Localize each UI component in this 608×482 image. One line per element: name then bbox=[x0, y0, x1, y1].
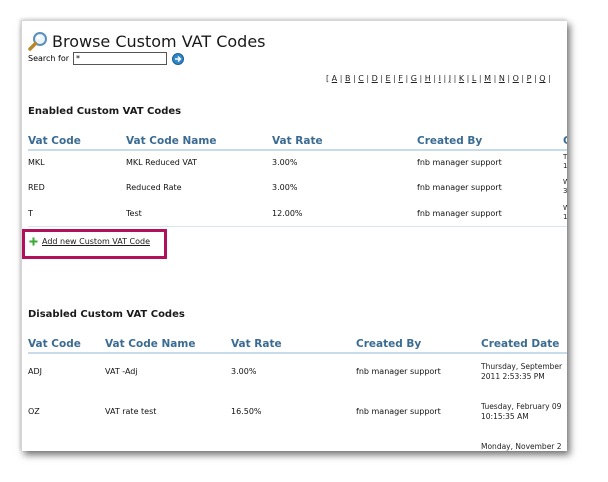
title-row: Browse Custom VAT Codes bbox=[28, 29, 266, 53]
enabled-row-2-clip-b: 3 bbox=[563, 187, 567, 195]
disabled-row-1-name: VAT -Adj bbox=[105, 367, 138, 376]
magnifier-icon bbox=[28, 32, 47, 51]
enabled-row-3-clip-b: 1 bbox=[563, 213, 567, 221]
disabled-col-vat-code-name[interactable]: Vat Code Name bbox=[105, 338, 195, 350]
enabled-section-title: Enabled Custom VAT Codes bbox=[28, 106, 182, 117]
disabled-col-created-date[interactable]: Created Date bbox=[481, 338, 559, 350]
enabled-row-1-rate: 3.00% bbox=[272, 158, 298, 167]
alphabet-bracket: [ bbox=[326, 74, 330, 83]
enabled-col-vat-rate[interactable]: Vat Rate bbox=[272, 135, 323, 147]
search-label: Search for bbox=[28, 54, 70, 63]
enabled-row-2-rate: 3.00% bbox=[272, 183, 298, 192]
enabled-col-vat-code[interactable]: Vat Code bbox=[28, 135, 81, 147]
enabled-row-3-clip-a: W bbox=[563, 204, 567, 212]
enabled-row-3-created-by: fnb manager support bbox=[417, 209, 502, 218]
enabled-row-2-clipped: W3 bbox=[563, 178, 567, 196]
enabled-col-vat-code-name[interactable]: Vat Code Name bbox=[126, 135, 216, 147]
page-title: Browse Custom VAT Codes bbox=[52, 31, 266, 51]
disabled-col-vat-rate[interactable]: Vat Rate bbox=[231, 338, 282, 350]
enabled-row-3-name: Test bbox=[126, 209, 142, 218]
disabled-col-vat-code[interactable]: Vat Code bbox=[28, 338, 81, 350]
arrow-right-icon bbox=[175, 55, 182, 62]
enabled-row-1-clipped: T1 bbox=[563, 153, 567, 171]
enabled-row-1-created-by: fnb manager support bbox=[417, 158, 502, 167]
enabled-table-bottom-border bbox=[28, 226, 567, 227]
enabled-row-2-created-by: fnb manager support bbox=[417, 183, 502, 192]
disabled-section-title: Disabled Custom VAT Codes bbox=[28, 309, 185, 320]
disabled-row-2-date: Tuesday, February 09 10:15:35 AM bbox=[481, 402, 561, 422]
disabled-row-1-date: Thursday, September 2011 2:53:35 PM bbox=[481, 362, 562, 382]
enabled-col-created-by[interactable]: Created By bbox=[417, 135, 482, 147]
disabled-row-1-created-by: fnb manager support bbox=[356, 367, 441, 376]
enabled-row-3-rate: 12.00% bbox=[272, 209, 303, 218]
disabled-row-2-created-by: fnb manager support bbox=[356, 407, 441, 416]
enabled-row-2-name: Reduced Rate bbox=[126, 183, 182, 192]
enabled-row-1-code: MKL bbox=[28, 158, 45, 167]
disabled-row-3-partial-date: Monday, November 2 bbox=[481, 442, 562, 451]
alphabet-index: [ A | B | C | D | E | F | G | H | I | J … bbox=[326, 74, 551, 83]
disabled-row-1-code: ADJ bbox=[28, 367, 42, 376]
disabled-col-created-by[interactable]: Created By bbox=[356, 338, 421, 350]
add-new-vat-code-link[interactable]: Add new Custom VAT Code bbox=[29, 237, 150, 246]
search-input[interactable] bbox=[73, 52, 168, 65]
plus-icon bbox=[29, 237, 38, 246]
enabled-row-2-code: RED bbox=[28, 183, 45, 192]
enabled-header-divider bbox=[28, 149, 567, 151]
disabled-row-1-rate: 3.00% bbox=[231, 367, 257, 376]
enabled-row-3-clipped: W1 bbox=[563, 204, 567, 222]
enabled-row-1-clip-b: 1 bbox=[563, 162, 567, 170]
add-new-vat-code-label[interactable]: Add new Custom VAT Code bbox=[42, 237, 150, 246]
search-row: Search for bbox=[28, 52, 185, 65]
enabled-row-3-code: T bbox=[28, 209, 33, 218]
disabled-row-2-date-line1: Tuesday, February 09 bbox=[481, 402, 562, 411]
enabled-row-1-name: MKL Reduced VAT bbox=[126, 158, 198, 167]
browser-window: Browse Custom VAT Codes Search for [ A |… bbox=[21, 20, 567, 451]
disabled-row-2-date-line2: 10:15:35 AM bbox=[481, 412, 529, 421]
disabled-row-2-code: OZ bbox=[28, 407, 40, 416]
enabled-row-1-clip-a: T bbox=[563, 153, 567, 161]
alphabet-letter-m[interactable]: M bbox=[484, 74, 491, 83]
disabled-row-2-rate: 16.50% bbox=[231, 407, 262, 416]
disabled-row-1-date-line1: Thursday, September bbox=[481, 362, 563, 371]
enabled-col-clipped[interactable]: C bbox=[563, 135, 567, 147]
disabled-row-1-date-line2: 2011 2:53:35 PM bbox=[481, 372, 545, 381]
disabled-row-2-name: VAT rate test bbox=[105, 407, 157, 416]
enabled-row-2-clip-a: W bbox=[563, 178, 567, 186]
disabled-header-divider bbox=[28, 352, 567, 354]
search-go-button[interactable] bbox=[172, 52, 185, 65]
